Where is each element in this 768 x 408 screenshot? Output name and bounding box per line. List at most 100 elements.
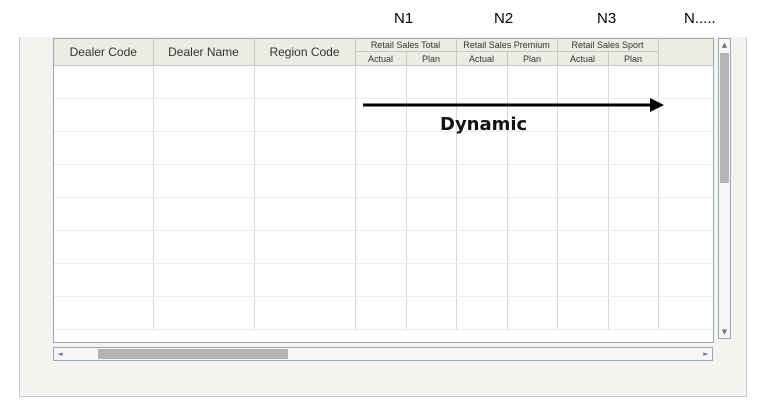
- table-cell[interactable]: [608, 131, 659, 165]
- table-cell[interactable]: [153, 230, 255, 264]
- table-cell[interactable]: [406, 263, 457, 297]
- table-cell[interactable]: [507, 65, 558, 99]
- table-cell[interactable]: [406, 65, 457, 99]
- header-premium-actual[interactable]: Actual: [456, 51, 508, 66]
- header-total-plan[interactable]: Plan: [406, 51, 457, 66]
- table-cell[interactable]: [355, 164, 407, 198]
- horizontal-scrollbar[interactable]: ◄ ►: [53, 347, 713, 361]
- table-cell[interactable]: [153, 263, 255, 297]
- table-cell[interactable]: [406, 131, 457, 165]
- table-cell[interactable]: [254, 98, 356, 132]
- table-cell[interactable]: [355, 65, 407, 99]
- table-cell[interactable]: [54, 98, 154, 132]
- table-cell[interactable]: [658, 263, 713, 297]
- scroll-down-icon[interactable]: ▼: [719, 326, 730, 338]
- table-cell[interactable]: [507, 263, 558, 297]
- table-cell[interactable]: [456, 263, 508, 297]
- table-cell[interactable]: [658, 164, 713, 198]
- table-cell[interactable]: [406, 164, 457, 198]
- table-cell[interactable]: [54, 164, 154, 198]
- table-cell[interactable]: [254, 131, 356, 165]
- table-row[interactable]: [54, 65, 713, 99]
- table-cell[interactable]: [608, 296, 659, 330]
- table-cell[interactable]: [254, 230, 356, 264]
- table-cell[interactable]: [557, 65, 609, 99]
- header-group-retail-sales-sport[interactable]: Retail Sales Sport: [557, 39, 659, 53]
- table-cell[interactable]: [254, 263, 356, 297]
- table-cell[interactable]: [355, 131, 407, 165]
- header-premium-plan[interactable]: Plan: [507, 51, 558, 66]
- table-cell[interactable]: [254, 65, 356, 99]
- table-cell[interactable]: [507, 230, 558, 264]
- table-cell[interactable]: [557, 263, 609, 297]
- table-cell[interactable]: [456, 164, 508, 198]
- header-region-code[interactable]: Region Code: [254, 39, 356, 66]
- table-cell[interactable]: [406, 230, 457, 264]
- horizontal-scroll-thumb[interactable]: [98, 349, 288, 359]
- table-cell[interactable]: [608, 65, 659, 99]
- table-cell[interactable]: [54, 197, 154, 231]
- header-dealer-code[interactable]: Dealer Code: [54, 39, 154, 66]
- table-cell[interactable]: [456, 296, 508, 330]
- table-cell[interactable]: [557, 230, 609, 264]
- table-cell[interactable]: [254, 296, 356, 330]
- table-cell[interactable]: [608, 197, 659, 231]
- table-cell[interactable]: [355, 263, 407, 297]
- table-cell[interactable]: [254, 164, 356, 198]
- table-row[interactable]: [54, 263, 713, 297]
- table-cell[interactable]: [507, 164, 558, 198]
- table-cell[interactable]: [153, 197, 255, 231]
- table-cell[interactable]: [355, 296, 407, 330]
- header-group-retail-sales-total[interactable]: Retail Sales Total: [355, 39, 457, 53]
- table-cell[interactable]: [507, 131, 558, 165]
- table-cell[interactable]: [557, 197, 609, 231]
- table-cell[interactable]: [355, 230, 407, 264]
- table-cell[interactable]: [54, 263, 154, 297]
- table-cell[interactable]: [658, 296, 713, 330]
- header-sport-plan[interactable]: Plan: [608, 51, 659, 66]
- scroll-up-icon[interactable]: ▲: [719, 39, 730, 51]
- table-cell[interactable]: [507, 296, 558, 330]
- table-cell[interactable]: [153, 164, 255, 198]
- table-cell[interactable]: [254, 197, 356, 231]
- table-cell[interactable]: [507, 197, 558, 231]
- table-row[interactable]: [54, 296, 713, 330]
- table-cell[interactable]: [54, 296, 154, 330]
- table-cell[interactable]: [153, 65, 255, 99]
- table-cell[interactable]: [557, 164, 609, 198]
- table-cell[interactable]: [456, 65, 508, 99]
- table-cell[interactable]: [54, 131, 154, 165]
- table-cell[interactable]: [557, 131, 609, 165]
- table-cell[interactable]: [658, 197, 713, 231]
- table-cell[interactable]: [456, 230, 508, 264]
- table-cell[interactable]: [608, 164, 659, 198]
- header-sport-actual[interactable]: Actual: [557, 51, 609, 66]
- table-row[interactable]: [54, 230, 713, 264]
- table-cell[interactable]: [406, 197, 457, 231]
- table-cell[interactable]: [608, 230, 659, 264]
- table-cell[interactable]: [153, 98, 255, 132]
- table-row[interactable]: [54, 164, 713, 198]
- table-cell[interactable]: [608, 263, 659, 297]
- vertical-scrollbar[interactable]: ▲ ▼: [718, 38, 731, 339]
- table-cell[interactable]: [153, 131, 255, 165]
- table-cell[interactable]: [658, 131, 713, 165]
- table-cell[interactable]: [54, 65, 154, 99]
- header-dealer-name[interactable]: Dealer Name: [153, 39, 255, 66]
- table-cell[interactable]: [355, 197, 407, 231]
- table-row[interactable]: [54, 197, 713, 231]
- header-total-actual[interactable]: Actual: [355, 51, 407, 66]
- table-cell[interactable]: [153, 296, 255, 330]
- vertical-scroll-thumb[interactable]: [720, 53, 729, 183]
- scroll-right-icon[interactable]: ►: [700, 348, 712, 360]
- table-cell[interactable]: [658, 230, 713, 264]
- table-row[interactable]: [54, 131, 713, 165]
- table-cell[interactable]: [456, 197, 508, 231]
- table-cell[interactable]: [557, 296, 609, 330]
- header-group-retail-sales-premium[interactable]: Retail Sales Premium: [456, 39, 558, 53]
- table-cell[interactable]: [406, 296, 457, 330]
- table-cell[interactable]: [456, 131, 508, 165]
- table-cell[interactable]: [54, 230, 154, 264]
- table-cell[interactable]: [658, 65, 713, 99]
- scroll-left-icon[interactable]: ◄: [54, 348, 66, 360]
